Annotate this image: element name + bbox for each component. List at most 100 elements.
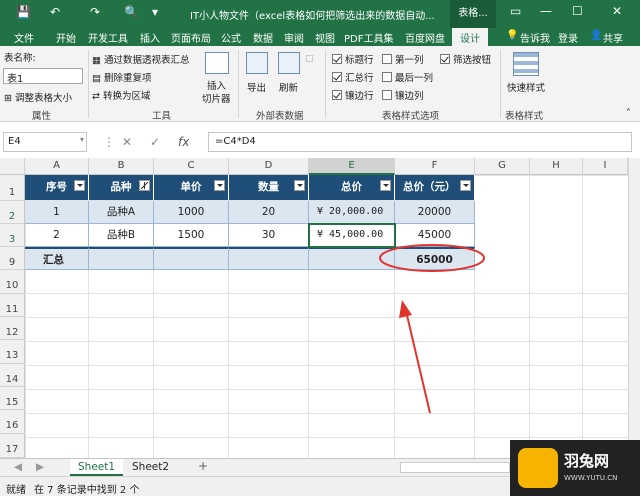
- tab-design[interactable]: 设计: [452, 28, 488, 46]
- enter-icon[interactable]: ✓: [150, 135, 160, 149]
- remove-duplicates-icon: ▤: [92, 73, 101, 84]
- convert-to-range-label: 转换为区域: [103, 91, 151, 102]
- arrowhead: [399, 300, 412, 318]
- ribbon: 表名称: 表1 ⊞ 调整表格大小 属性 ▦ 通过数据透视表汇总 ▤ 删除重复项 …: [0, 46, 640, 122]
- prev-sheet-icon[interactable]: ◀: [6, 459, 30, 476]
- ribbon-separator: [500, 50, 501, 118]
- refresh-button[interactable]: 刷新: [279, 80, 298, 94]
- collapse-ribbon-icon[interactable]: ˄: [626, 108, 631, 119]
- properties-group-label: 属性: [32, 111, 52, 122]
- rabbit-logo-icon: [518, 448, 558, 488]
- resize-table-label: 调整表格大小: [15, 93, 73, 104]
- watermark-url: WWW.YUTU.CN: [564, 474, 618, 482]
- more-options-icon: ⋮: [103, 135, 115, 149]
- pivot-icon: ▦: [92, 55, 101, 66]
- tab-developer[interactable]: 开发工具: [88, 30, 128, 45]
- ribbon-separator: [325, 50, 326, 118]
- tab-pdf[interactable]: PDF工具集: [344, 30, 393, 45]
- user-icon: 👤: [590, 30, 603, 41]
- external-data-group-label: 外部表数据: [256, 111, 304, 122]
- minimize-button[interactable]: —: [540, 4, 552, 18]
- remove-duplicates-label: 删除重复项: [104, 73, 152, 84]
- pivot-summary-button[interactable]: ▦ 通过数据透视表汇总: [92, 52, 190, 66]
- vertical-scrollbar[interactable]: [628, 158, 640, 458]
- quick-styles-icon[interactable]: [513, 52, 539, 76]
- resize-table-button[interactable]: ⊞ 调整表格大小: [4, 90, 72, 104]
- ribbon-tabs: 文件 开始 开发工具 插入 页面布局 公式 数据 审阅 视图 PDF工具集 百度…: [0, 28, 640, 46]
- remove-duplicates-button[interactable]: ▤ 删除重复项: [92, 70, 152, 84]
- style-options-group-label: 表格样式选项: [382, 111, 440, 122]
- table-name-label: 表名称:: [4, 53, 36, 64]
- formula-bar: E4 ▾ ⋮ ✕ ✓ fx =C4*D4: [0, 122, 640, 158]
- sheet-tab-sheet2[interactable]: Sheet2: [124, 459, 177, 476]
- last-column-checkbox[interactable]: [382, 72, 392, 82]
- watermark-logo: 羽兔网 WWW.YUTU.CN: [510, 440, 640, 496]
- tab-page-layout[interactable]: 页面布局: [171, 30, 211, 45]
- tab-insert[interactable]: 插入: [140, 30, 160, 45]
- filter-status: 在 7 条记录中找到 2 个: [34, 485, 140, 496]
- ribbon-separator: [88, 50, 89, 118]
- worksheet-grid[interactable]: A B C D E F G H I 1 2 3 9 10 11 12 13 14…: [0, 158, 640, 458]
- redo-icon[interactable]: ↷: [90, 5, 100, 19]
- quick-styles-button[interactable]: 快速样式: [507, 80, 545, 94]
- cancel-icon[interactable]: ✕: [122, 135, 132, 149]
- annotation-overlay: [379, 244, 485, 414]
- share-button[interactable]: 共享: [603, 30, 623, 45]
- banded-rows-checkbox[interactable]: [332, 90, 342, 100]
- first-column-label: 第一列: [395, 55, 424, 66]
- sign-in-link[interactable]: 登录: [558, 30, 578, 45]
- name-box-dropdown-icon[interactable]: ▾: [80, 135, 84, 144]
- customize-qat-icon[interactable]: ▾: [152, 5, 158, 19]
- properties-small-icon: ☐: [305, 54, 314, 65]
- tab-baidu[interactable]: 百度网盘: [405, 30, 445, 45]
- slicer-icon[interactable]: [205, 52, 229, 74]
- tab-review[interactable]: 审阅: [284, 30, 304, 45]
- insert-slicer-label-2[interactable]: 切片器: [202, 91, 231, 105]
- last-column-label: 最后一列: [395, 73, 434, 84]
- tab-home[interactable]: 开始: [56, 30, 76, 45]
- convert-to-range-button[interactable]: ⇄ 转换为区域: [92, 88, 151, 102]
- filter-button-label: 筛选按钮: [453, 55, 492, 66]
- table-styles-group-label: 表格样式: [505, 111, 544, 122]
- undo-icon[interactable]: ↶: [50, 5, 60, 19]
- status-ready: 就绪: [6, 485, 26, 496]
- save-icon[interactable]: 💾: [16, 5, 31, 19]
- banded-columns-checkbox[interactable]: [382, 90, 392, 100]
- export-icon[interactable]: [246, 52, 268, 74]
- tab-data[interactable]: 数据: [253, 30, 273, 45]
- insert-function-icon[interactable]: fx: [178, 135, 189, 149]
- name-box[interactable]: E4: [3, 132, 87, 152]
- ribbon-separator: [238, 50, 239, 118]
- banded-columns-label: 镶边列: [395, 91, 424, 102]
- banded-rows-label: 镶边行: [345, 91, 374, 102]
- sheet-tab-sheet1[interactable]: Sheet1: [70, 459, 124, 476]
- horizontal-scrollbar[interactable]: [400, 462, 510, 473]
- total-row-checkbox[interactable]: [332, 72, 342, 82]
- close-button[interactable]: ✕: [612, 4, 622, 18]
- convert-icon: ⇄: [92, 91, 100, 102]
- first-column-checkbox[interactable]: [382, 54, 392, 64]
- resize-icon: ⊞: [4, 93, 12, 104]
- tab-file[interactable]: 文件: [14, 30, 34, 45]
- formula-input[interactable]: =C4*D4: [208, 132, 632, 152]
- tab-view[interactable]: 视图: [315, 30, 335, 45]
- next-sheet-icon[interactable]: ▶: [28, 459, 52, 476]
- insert-slicer-label-1[interactable]: 插入: [207, 78, 226, 92]
- refresh-icon[interactable]: [278, 52, 300, 74]
- title-bar: 💾 ↶ ↷ 🔍 ▾ IT小人物文件（excel表格如何把筛选出来的数据自动...…: [0, 0, 640, 28]
- total-row-label: 汇总行: [345, 73, 374, 84]
- annotation-arrow: [405, 310, 431, 414]
- filter-button-checkbox[interactable]: [440, 54, 450, 64]
- ribbon-display-icon[interactable]: ▭: [510, 4, 521, 18]
- export-button[interactable]: 导出: [247, 80, 266, 94]
- print-preview-icon[interactable]: 🔍: [124, 5, 139, 19]
- tools-group-label: 工具: [152, 111, 172, 122]
- table-name-input[interactable]: 表1: [3, 68, 83, 85]
- maximize-button[interactable]: ☐: [572, 4, 583, 18]
- tell-me-box[interactable]: 告诉我: [520, 30, 550, 45]
- header-row-checkbox[interactable]: [332, 54, 342, 64]
- tab-formulas[interactable]: 公式: [221, 30, 241, 45]
- watermark-brand: 羽兔网: [564, 452, 610, 470]
- add-sheet-button[interactable]: +: [190, 457, 216, 474]
- pivot-summary-label: 通过数据透视表汇总: [104, 55, 190, 66]
